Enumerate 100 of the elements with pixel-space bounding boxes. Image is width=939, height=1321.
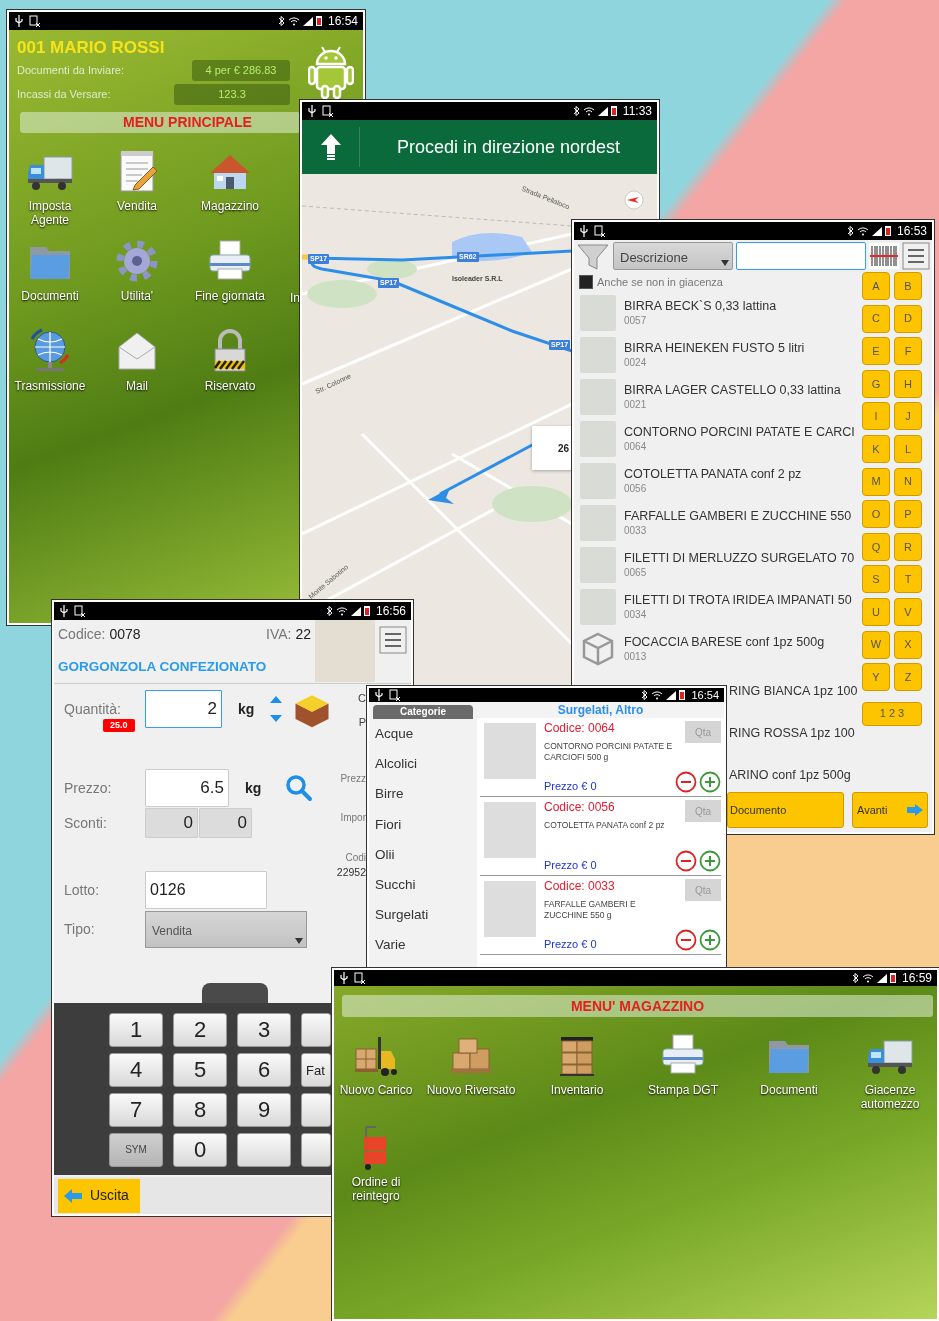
menu-item[interactable]: Trasmissione <box>14 327 86 393</box>
letter-button[interactable]: X <box>894 630 922 659</box>
menu-item[interactable]: Ordine di reintegro <box>334 1123 418 1203</box>
category-item[interactable]: Alcolici <box>369 749 477 780</box>
product-name[interactable]: FOCACCIA BARESE conf 1pz 500g <box>624 634 825 650</box>
letter-button[interactable]: J <box>894 402 922 431</box>
menu-item[interactable]: Fine giornata <box>194 237 265 303</box>
keypad-key[interactable]: 9 <box>237 1093 291 1127</box>
keypad-handle[interactable] <box>202 983 268 1003</box>
keypad-key[interactable] <box>301 1013 331 1047</box>
letter-button[interactable]: N <box>894 467 922 496</box>
product-name[interactable]: RING BIANCA 1pz 100 <box>729 683 858 699</box>
menu-item[interactable]: In <box>290 237 300 305</box>
quantity-field[interactable]: Qta <box>685 879 721 901</box>
keypad-key[interactable]: 7 <box>109 1093 163 1127</box>
menu-item[interactable]: Nuovo Riversato <box>426 1031 516 1097</box>
letter-button[interactable]: Z <box>894 663 922 692</box>
letter-button[interactable]: T <box>894 565 922 594</box>
keypad-key[interactable]: 1 <box>109 1013 163 1047</box>
keypad-key[interactable]: 2 <box>173 1013 227 1047</box>
document-button[interactable]: Documento <box>727 792 844 828</box>
category-item[interactable]: Surgelati <box>369 900 477 931</box>
letter-button[interactable]: C <box>862 304 890 333</box>
letter-button[interactable]: Q <box>862 532 890 561</box>
category-item[interactable]: Acque <box>369 719 477 750</box>
category-item[interactable]: Succhi <box>369 869 477 901</box>
plus-icon[interactable] <box>699 850 721 872</box>
menu-item[interactable]: Documenti <box>21 237 79 303</box>
discount-field[interactable]: 0 <box>145 808 198 838</box>
letter-button[interactable]: R <box>894 532 922 561</box>
letter-button[interactable]: Y <box>862 663 890 692</box>
keypad-key[interactable] <box>301 1093 331 1127</box>
product-name[interactable]: FILETTI DI MERLUZZO SURGELATO 70 <box>624 550 855 566</box>
product-name[interactable]: FILETTI DI TROTA IRIDEA IMPANATI 50 <box>624 592 852 608</box>
product-name[interactable]: BIRRA LAGER CASTELLO 0,33 lattina <box>624 382 841 398</box>
menu-item[interactable]: Utilita' <box>113 237 161 303</box>
letter-button[interactable]: D <box>894 304 922 333</box>
menu-item[interactable]: Vendita <box>113 147 161 213</box>
product-name[interactable]: COTOLETTA PANATA conf 2 pz <box>624 466 802 482</box>
minus-icon[interactable] <box>675 850 697 872</box>
quantity-field[interactable]: 2 <box>145 690 222 728</box>
letter-button[interactable]: B <box>894 272 922 300</box>
product-name[interactable]: BIRRA BECK`S 0,33 lattina <box>624 298 777 314</box>
product-name[interactable]: CONTORNO PORCINI PATATE E CARCI <box>624 424 855 440</box>
letter-button[interactable]: V <box>894 597 922 626</box>
letter-button[interactable]: G <box>862 369 890 398</box>
minus-icon[interactable] <box>675 929 697 951</box>
keypad-key[interactable]: 6 <box>237 1053 291 1087</box>
numbers-button[interactable]: 1 2 3 <box>862 701 922 726</box>
keypad-key[interactable]: 5 <box>173 1053 227 1087</box>
quantity-field[interactable]: Qta <box>685 800 721 822</box>
product-name[interactable]: ARINO conf 1pz 500g <box>729 767 851 783</box>
search-field[interactable] <box>736 242 866 270</box>
keypad-key[interactable]: Fat <box>301 1053 331 1087</box>
next-button[interactable]: Avanti <box>852 792 928 828</box>
keypad-key[interactable]: 0 <box>173 1133 227 1167</box>
menu-item[interactable]: Giacenze automezzo <box>842 1031 937 1111</box>
letter-button[interactable]: O <box>862 500 890 529</box>
menu-item[interactable]: Mail <box>113 327 161 393</box>
category-item[interactable]: Olii <box>369 839 477 870</box>
search-icon[interactable] <box>285 774 314 802</box>
menu-item[interactable]: Magazzino <box>201 147 259 213</box>
discount-field[interactable]: 0 <box>199 808 252 838</box>
product-name[interactable]: FARFALLE GAMBERI E ZUCCHINE 550 <box>624 508 852 524</box>
lot-field[interactable]: 0126 <box>145 871 267 909</box>
menu-icon[interactable] <box>379 626 407 654</box>
keypad-key[interactable]: 3 <box>237 1013 291 1047</box>
minus-icon[interactable] <box>675 771 697 793</box>
keypad-key[interactable]: 4 <box>109 1053 163 1087</box>
price-field[interactable]: 6.5 <box>145 769 229 807</box>
letter-button[interactable]: S <box>862 565 890 594</box>
letter-button[interactable]: F <box>894 337 922 366</box>
menu-item[interactable]: Documenti <box>760 1031 818 1097</box>
letter-button[interactable]: A <box>862 272 890 300</box>
letter-button[interactable]: M <box>862 467 890 496</box>
category-item[interactable]: Fiori <box>369 809 477 840</box>
checkbox[interactable] <box>579 275 593 289</box>
letter-button[interactable]: P <box>894 500 922 529</box>
keypad-key[interactable] <box>237 1133 291 1167</box>
letter-button[interactable]: U <box>862 597 890 626</box>
keypad-key[interactable] <box>301 1133 331 1167</box>
letter-button[interactable]: W <box>862 630 890 659</box>
keypad-key[interactable]: SYM <box>109 1133 163 1167</box>
stepper-arrows-icon[interactable] <box>270 696 283 722</box>
letter-button[interactable]: L <box>894 434 922 463</box>
menu-icon[interactable] <box>902 242 930 270</box>
plus-icon[interactable] <box>699 929 721 951</box>
letter-button[interactable]: E <box>862 337 890 366</box>
category-item[interactable]: Varie <box>369 930 477 961</box>
letter-button[interactable]: K <box>862 434 890 463</box>
plus-icon[interactable] <box>699 771 721 793</box>
category-item[interactable]: Birre <box>369 779 477 810</box>
product-name[interactable]: RING ROSSA 1pz 100 <box>729 725 855 741</box>
menu-item[interactable]: Imposta Agente <box>9 147 91 227</box>
letter-button[interactable]: H <box>894 369 922 398</box>
quantity-field[interactable]: Qta <box>685 721 721 743</box>
menu-item[interactable]: Inventario <box>550 1031 604 1097</box>
keypad-key[interactable]: 8 <box>173 1093 227 1127</box>
menu-item[interactable]: Riservato <box>204 327 256 393</box>
type-dropdown[interactable]: Vendita <box>145 911 307 948</box>
